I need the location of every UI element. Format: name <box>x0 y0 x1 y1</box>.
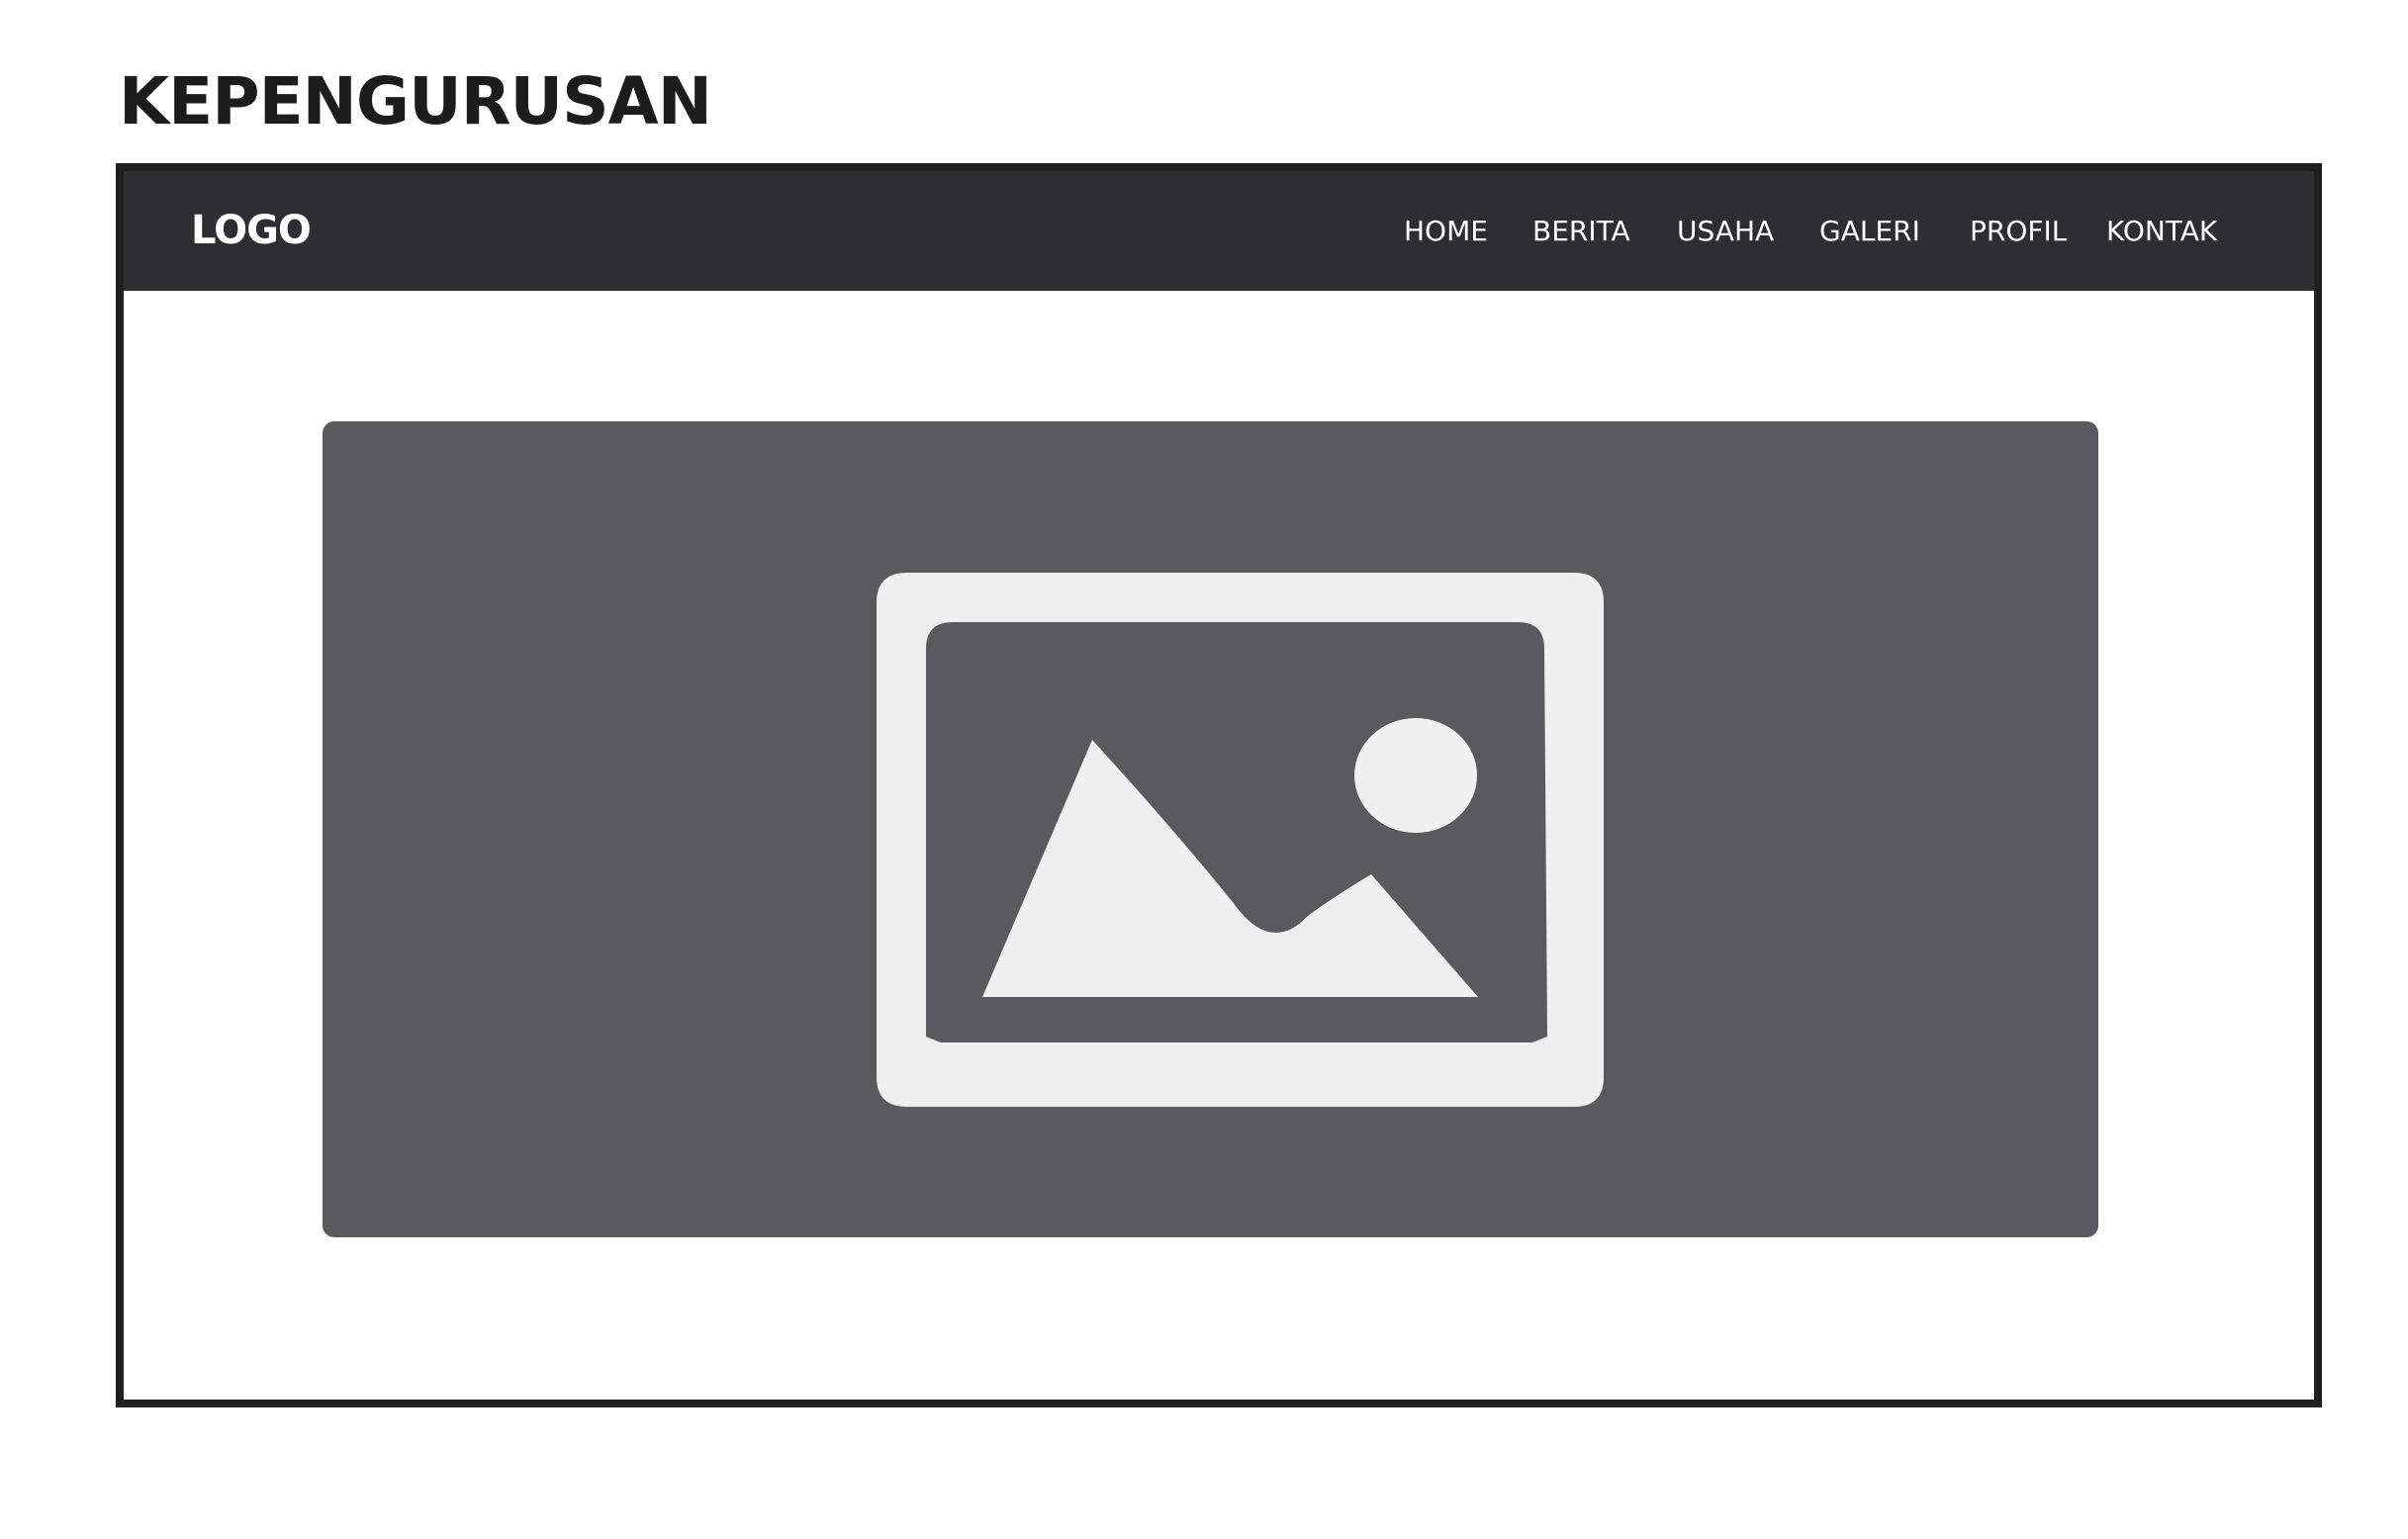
nav-item-home[interactable]: HOME <box>1404 211 1488 252</box>
nav-item-berita[interactable]: BERITA <box>1532 211 1630 252</box>
nav-item-galeri[interactable]: GALERI <box>1819 211 1920 252</box>
nav-item-kontak[interactable]: KONTAK <box>2106 211 2217 252</box>
hero-image-placeholder <box>323 421 2098 1237</box>
nav-item-usaha[interactable]: USAHA <box>1677 211 1774 252</box>
image-placeholder-icon <box>877 573 1604 1107</box>
logo[interactable]: LOGO <box>191 203 312 258</box>
website-wireframe-frame: LOGO HOME BERITA USAHA GALERI PROFIL KON… <box>116 163 2322 1407</box>
navbar: LOGO HOME BERITA USAHA GALERI PROFIL KON… <box>124 171 2314 291</box>
page-title: KEPENGURUSAN <box>119 63 712 139</box>
nav-item-profil[interactable]: PROFIL <box>1970 211 2067 252</box>
